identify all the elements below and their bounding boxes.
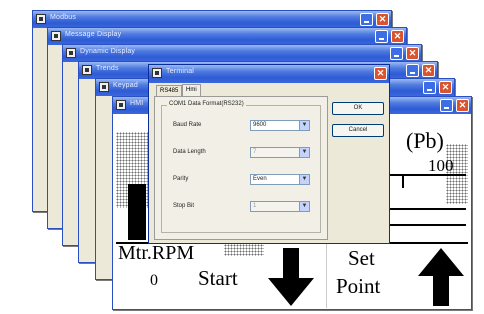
com1-group: COM1 Data Format(RS232) Baud Rate 9600 ▼… xyxy=(161,101,321,233)
window-title: Modbus xyxy=(50,14,77,21)
window-titlebar[interactable]: Modbus ✕ xyxy=(33,11,391,28)
cancel-button[interactable]: Cancel xyxy=(332,124,384,137)
stop-bit-label: Stop Bit xyxy=(173,203,195,209)
minimize-button[interactable] xyxy=(375,30,388,43)
window-title: Trends xyxy=(96,65,119,72)
window-app-icon xyxy=(99,82,109,92)
dialog-app-icon xyxy=(152,68,162,78)
window-title: HMI xyxy=(130,100,144,107)
chevron-down-icon[interactable]: ▼ xyxy=(299,121,309,130)
baud-rate-value: 9600 xyxy=(253,122,267,128)
window-app-icon xyxy=(82,65,92,75)
mtr-rpm-label: Mtr.RPM xyxy=(118,242,195,264)
close-button[interactable]: ✕ xyxy=(422,64,435,77)
window-app-icon xyxy=(66,48,76,58)
chevron-down-icon[interactable]: ▼ xyxy=(299,175,309,184)
terminal-dialog[interactable]: Terminal ✕ RS485 Hmi COM1 Data Format(RS… xyxy=(148,64,390,244)
close-button[interactable]: ✕ xyxy=(391,30,404,43)
close-button[interactable]: ✕ xyxy=(456,99,469,112)
baud-rate-label: Baud Rate xyxy=(173,122,202,128)
hmi-bar-left xyxy=(128,184,146,240)
minimize-button[interactable] xyxy=(440,99,453,112)
window-title: Message Display xyxy=(65,31,122,38)
data-length-label: Data Length xyxy=(173,149,206,155)
hmi-scale-tick xyxy=(402,174,404,188)
minimize-button[interactable] xyxy=(390,47,403,60)
tab-panel: COM1 Data Format(RS232) Baud Rate 9600 ▼… xyxy=(154,96,328,240)
baud-rate-select[interactable]: 9600 ▼ xyxy=(250,120,310,131)
data-length-select[interactable]: 7 ▼ xyxy=(250,147,310,158)
window-app-icon xyxy=(36,14,46,24)
dialog-close-button[interactable]: ✕ xyxy=(374,67,387,80)
minimize-button[interactable] xyxy=(423,81,436,94)
down-arrow-icon[interactable] xyxy=(268,248,314,306)
close-button[interactable]: ✕ xyxy=(376,13,389,26)
window-app-icon xyxy=(116,100,126,110)
minimize-button[interactable] xyxy=(360,13,373,26)
stop-bit-value: 1 xyxy=(253,203,257,209)
up-arrow-icon[interactable] xyxy=(418,248,464,306)
dialog-title: Terminal xyxy=(166,68,195,75)
pb-label: (Pb) xyxy=(406,128,444,153)
parity-label: Parity xyxy=(173,176,189,182)
stop-bit-select[interactable]: 1 ▼ xyxy=(250,201,310,212)
scale-value: 100 xyxy=(428,156,454,175)
minimize-button[interactable] xyxy=(406,64,419,77)
dialog-titlebar[interactable]: Terminal ✕ xyxy=(149,65,389,83)
window-title: Dynamic Display xyxy=(80,48,136,55)
set-label[interactable]: Set xyxy=(348,246,375,271)
group-label: COM1 Data Format(RS232) xyxy=(167,101,246,107)
close-button[interactable]: ✕ xyxy=(439,81,452,94)
window-titlebar[interactable]: Dynamic Display ✕ xyxy=(63,45,421,62)
parity-select[interactable]: Even ▼ xyxy=(250,174,310,185)
window-app-icon xyxy=(51,31,61,41)
rpm-value: 0 xyxy=(150,272,158,289)
data-length-value: 7 xyxy=(253,149,257,155)
point-label[interactable]: Point xyxy=(336,274,380,299)
chevron-down-icon[interactable]: ▼ xyxy=(299,202,309,211)
hmi-divider xyxy=(326,244,327,308)
chevron-down-icon[interactable]: ▼ xyxy=(299,148,309,157)
window-titlebar[interactable]: Message Display ✕ xyxy=(48,28,406,45)
window-title: Keypad xyxy=(113,82,138,89)
start-label[interactable]: Start xyxy=(198,266,238,291)
hmi-grid-bottom xyxy=(224,244,264,256)
ok-button[interactable]: OK xyxy=(332,102,384,115)
close-button[interactable]: ✕ xyxy=(406,47,419,60)
parity-value: Even xyxy=(253,176,267,182)
